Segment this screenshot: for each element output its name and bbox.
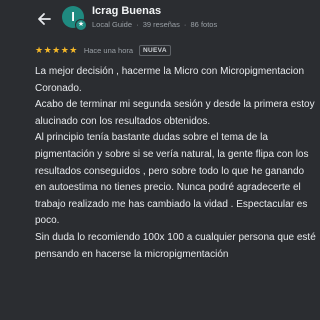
review-paragraph: Sin duda lo recomiendo 100x 100 a cualqu…: [35, 231, 316, 260]
review-time: Hace una hora: [83, 45, 134, 55]
review-text: La mejor decisión , hacerme la Micro con…: [35, 64, 317, 263]
back-arrow-icon[interactable]: [34, 9, 54, 29]
star-rating: ★★★★★: [35, 44, 78, 55]
reviewer-name[interactable]: Icrag Buenas: [92, 5, 161, 17]
new-badge: NUEVA: [139, 44, 171, 56]
rating-row: ★★★★★ Hace una hora NUEVA: [35, 44, 171, 56]
review-paragraph: Acabo de terminar mi segunda sesión y de…: [35, 99, 315, 127]
reviewer-meta: Local Guide · 39 reseñas · 86 fotos: [92, 20, 218, 29]
local-guide-badge-icon: ★: [75, 19, 87, 31]
reviews-count: 39 reseñas: [142, 20, 180, 29]
photos-count: 86 fotos: [190, 20, 218, 29]
local-guide-label: Local Guide: [92, 20, 133, 29]
review-paragraph: La mejor decisión , hacerme la Micro con…: [35, 66, 305, 94]
review-paragraph: Al principio tenía bastante dudas sobre …: [35, 132, 309, 227]
top-bar: I ★ Icrag Buenas Local Guide · 39 reseña…: [0, 0, 320, 42]
